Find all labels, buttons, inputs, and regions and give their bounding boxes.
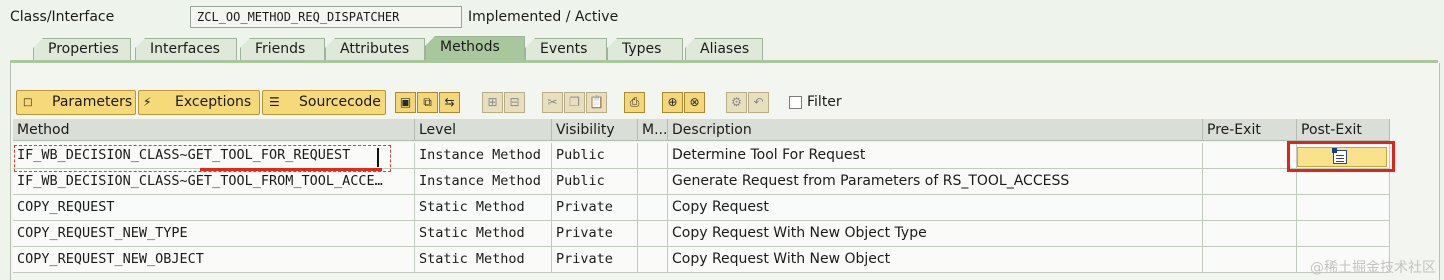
description-cell[interactable]: Generate Request from Parameters of RS_T… [668,169,1203,195]
table-row[interactable]: COPY_REQUEST_NEW_OBJECT Static Method Pr… [13,247,1390,273]
method-cell[interactable]: IF_WB_DECISION_CLASS~GET_TOOL_FROM_TOOL_… [13,169,415,195]
m-cell[interactable] [638,169,668,195]
post-exit-cell[interactable] [1297,169,1390,195]
visibility-cell[interactable]: Private [552,247,638,273]
level-cell[interactable]: Static Method [415,221,552,247]
sourcecode-label: Sourcecode [299,94,381,110]
settings-icon[interactable]: ⚙ [726,92,747,113]
navigate-icon[interactable]: ⇆ [439,92,460,113]
insert-row-icon[interactable]: ⊞ [482,92,503,113]
m-cell[interactable] [638,247,668,273]
tab-friends[interactable]: Friends [240,38,325,60]
tab-interfaces[interactable]: Interfaces [135,38,237,60]
visibility-cell[interactable]: Public [552,169,638,195]
tab-methods[interactable]: Methods [425,36,525,60]
parameters-label: Parameters [52,94,133,110]
pre-exit-cell[interactable] [1203,143,1297,169]
method-cell[interactable]: COPY_REQUEST_NEW_TYPE [13,221,415,247]
column-header-post-exit[interactable]: Post-Exit [1297,119,1390,141]
level-cell[interactable]: Instance Method [415,143,552,169]
table-row[interactable]: COPY_REQUEST Static Method Private Copy … [13,195,1390,221]
cut-icon[interactable]: ✂ [542,92,563,113]
level-cell[interactable]: Static Method [415,195,552,221]
sourcecode-icon: ☰ [269,95,280,109]
post-exit-cell[interactable] [1297,221,1390,247]
tab-aliases[interactable]: Aliases [685,38,763,60]
post-exit-edit-icon [1332,148,1347,164]
column-header-description[interactable]: Description [668,119,1203,141]
class-interface-label: Class/Interface [10,9,115,25]
m-cell[interactable] [638,143,668,169]
post-exit-cell[interactable] [1297,195,1390,221]
exceptions-label: Exceptions [175,94,252,110]
level-cell[interactable]: Static Method [415,247,552,273]
tab-strip: Properties Interfaces Friends Attributes… [0,35,1444,61]
tab-types[interactable]: Types [607,38,683,60]
exceptions-button[interactable]: ⚡ Exceptions [138,90,260,115]
tab-attributes[interactable]: Attributes [325,38,425,60]
sourcecode-button[interactable]: ☰ Sourcecode [262,90,386,115]
find-icon[interactable]: ⊕ [662,92,683,113]
table-row[interactable]: IF_WB_DECISION_CLASS~GET_TOOL_FOR_REQUES… [13,143,1390,169]
annotation-underline [200,168,382,171]
method-cell[interactable]: COPY_REQUEST [13,195,415,221]
print-icon[interactable]: ⎙ [624,92,645,113]
column-header-method[interactable]: Method [13,119,415,141]
description-cell[interactable]: Copy Request [668,195,1203,221]
level-cell[interactable]: Instance Method [415,169,552,195]
table-row[interactable]: IF_WB_DECISION_CLASS~GET_TOOL_FROM_TOOL_… [13,169,1390,195]
filter-checkbox[interactable] [789,96,802,109]
copy-icon[interactable]: ❐ [564,92,585,113]
method-cell[interactable]: COPY_REQUEST_NEW_OBJECT [13,247,415,273]
description-cell[interactable]: Copy Request With New Object [668,247,1203,273]
visibility-cell[interactable]: Public [552,143,638,169]
watermark: @稀土掘金技术社区 [1310,260,1436,276]
undo-icon[interactable]: ↶ [748,92,769,113]
m-cell[interactable] [638,195,668,221]
pre-exit-cell[interactable] [1203,195,1297,221]
description-cell[interactable]: Determine Tool For Request [668,143,1203,169]
description-cell[interactable]: Copy Request With New Object Type [668,221,1203,247]
detail-view-icon[interactable]: ▣ [395,92,416,113]
parameters-icon: □ [23,97,33,108]
class-name-field[interactable]: ZCL_OO_METHOD_REQ_DISPATCHER [190,6,462,28]
method-cell[interactable]: IF_WB_DECISION_CLASS~GET_TOOL_FOR_REQUES… [13,143,415,169]
paste-icon[interactable]: 📋 [586,92,607,113]
visibility-cell[interactable]: Private [552,221,638,247]
filter-label: Filter [807,94,842,110]
delete-row-icon[interactable]: ⊟ [504,92,525,113]
column-header-level[interactable]: Level [415,119,552,141]
pre-exit-cell[interactable] [1203,247,1297,273]
exceptions-icon: ⚡ [143,95,152,109]
class-status-text: Implemented / Active [468,9,619,25]
text-cursor [377,148,379,167]
column-header-pre-exit[interactable]: Pre-Exit [1203,119,1297,141]
visibility-cell[interactable]: Private [552,195,638,221]
pre-exit-cell[interactable] [1203,169,1297,195]
table-row[interactable]: COPY_REQUEST_NEW_TYPE Static Method Priv… [13,221,1390,247]
column-header-visibility[interactable]: Visibility [552,119,638,141]
tab-properties[interactable]: Properties [33,38,131,60]
post-exit-button[interactable] [1297,147,1387,167]
m-cell[interactable] [638,221,668,247]
tab-events[interactable]: Events [525,38,607,60]
find-next-icon[interactable]: ⊗ [684,92,705,113]
column-header-m[interactable]: M... [638,119,668,141]
display-object-list-icon[interactable]: ⧉ [417,92,438,113]
parameters-button[interactable]: □ Parameters [16,90,136,115]
pre-exit-cell[interactable] [1203,221,1297,247]
